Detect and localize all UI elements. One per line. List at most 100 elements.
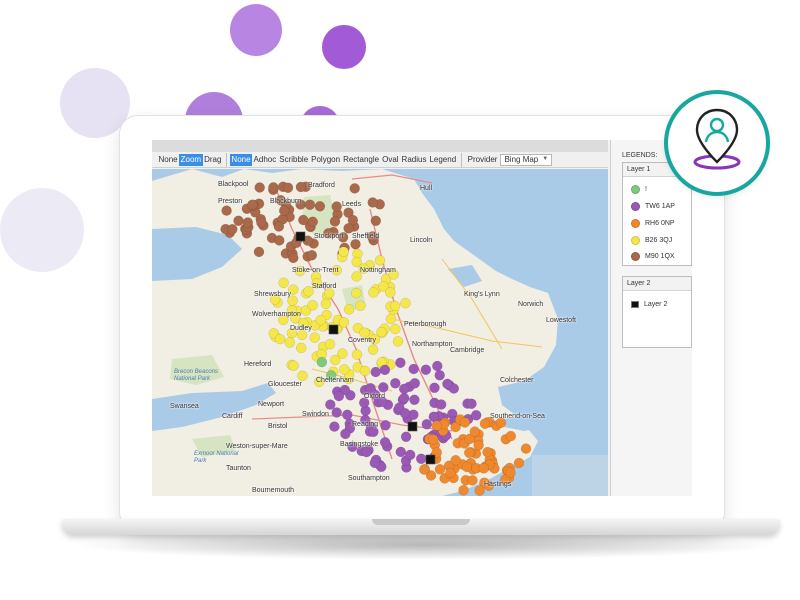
- map-marker[interactable]: [445, 467, 456, 479]
- map-marker[interactable]: [368, 426, 379, 438]
- map-marker[interactable]: [254, 182, 265, 193]
- map-marker[interactable]: [404, 449, 416, 461]
- map-marker[interactable]: [461, 461, 473, 473]
- map-marker[interactable]: [340, 428, 351, 440]
- draw-polygon-button[interactable]: Polygon: [310, 154, 342, 166]
- map-marker[interactable]: [367, 344, 379, 355]
- map-marker[interactable]: [343, 304, 355, 315]
- legend-item[interactable]: Layer 2: [631, 301, 667, 308]
- map-marker[interactable]: [253, 246, 265, 258]
- provider-select[interactable]: Bing Map ▼: [500, 153, 553, 166]
- map-marker[interactable]: [333, 390, 345, 402]
- map-marker[interactable]: [389, 300, 401, 312]
- map-marker[interactable]: [273, 221, 285, 232]
- map-marker[interactable]: [513, 457, 525, 469]
- map-marker[interactable]: [385, 287, 396, 298]
- map-marker[interactable]: [415, 453, 427, 465]
- map-marker[interactable]: [370, 366, 381, 378]
- map-marker[interactable]: [359, 365, 371, 377]
- map-marker[interactable]: [399, 408, 411, 419]
- map-marker[interactable]: [482, 446, 493, 458]
- map-marker[interactable]: [320, 298, 332, 310]
- map-marker[interactable]: [428, 434, 439, 445]
- map-marker[interactable]: [408, 363, 419, 375]
- draw-adhoc-button[interactable]: Adhoc: [252, 154, 278, 166]
- map-view[interactable]: Blackpool Preston Bradford Blackburn Lee…: [152, 169, 608, 496]
- map-marker[interactable]: [390, 378, 401, 389]
- legend-item[interactable]: RH6 0NP: [631, 219, 675, 228]
- map-marker[interactable]: [478, 463, 489, 474]
- map-marker[interactable]: [350, 238, 361, 250]
- map-marker[interactable]: [431, 420, 443, 431]
- map-marker[interactable]: [227, 224, 238, 235]
- map-marker[interactable]: [325, 399, 336, 410]
- legend-item[interactable]: !: [631, 185, 647, 194]
- map-marker[interactable]: [278, 277, 289, 289]
- map-marker[interactable]: [398, 392, 410, 404]
- map-marker[interactable]: [370, 215, 382, 227]
- map-marker[interactable]: [288, 252, 299, 264]
- map-marker[interactable]: [365, 382, 376, 394]
- map-marker[interactable]: [450, 455, 461, 466]
- map-marker[interactable]: [349, 183, 360, 194]
- map-marker[interactable]: [278, 205, 290, 216]
- map-marker[interactable]: [400, 297, 411, 309]
- map-marker[interactable]: [307, 216, 318, 228]
- legend-layer2-header[interactable]: Layer 2: [623, 277, 691, 291]
- map-marker[interactable]: [337, 348, 348, 359]
- map-marker[interactable]: [295, 181, 307, 193]
- map-marker[interactable]: [395, 446, 407, 458]
- map-marker[interactable]: [368, 287, 379, 298]
- map-marker[interactable]: [343, 223, 354, 234]
- map-marker[interactable]: [288, 360, 299, 371]
- map-marker[interactable]: [374, 255, 386, 266]
- map-marker[interactable]: [309, 332, 320, 343]
- map-marker[interactable]: [316, 356, 328, 368]
- legend-item[interactable]: B26 3QJ: [631, 236, 672, 245]
- map-marker[interactable]: [467, 475, 478, 486]
- map-marker[interactable]: [378, 382, 389, 393]
- map-marker[interactable]: [221, 205, 232, 216]
- legend-item[interactable]: TW6 1AP: [631, 202, 675, 211]
- map-marker[interactable]: [380, 420, 391, 431]
- map-marker[interactable]: [409, 378, 421, 389]
- map-marker[interactable]: [385, 313, 397, 325]
- map-marker[interactable]: [419, 464, 430, 475]
- map-marker[interactable]: [379, 364, 391, 376]
- draw-legend-button[interactable]: Legend: [428, 154, 458, 166]
- map-marker[interactable]: [268, 182, 279, 193]
- map-marker[interactable]: [306, 249, 318, 261]
- map-marker[interactable]: [256, 217, 267, 228]
- map-marker[interactable]: [392, 336, 404, 347]
- map-marker[interactable]: [432, 360, 443, 372]
- map-marker[interactable]: [338, 246, 349, 257]
- map-marker[interactable]: [339, 364, 350, 375]
- map-marker[interactable]: [464, 447, 475, 459]
- map-marker[interactable]: [242, 217, 254, 228]
- map-marker[interactable]: [421, 418, 433, 430]
- map-marker[interactable]: [233, 215, 244, 227]
- nav-drag-button[interactable]: Drag: [203, 154, 223, 166]
- map-marker[interactable]: [466, 398, 477, 409]
- map-marker[interactable]: [367, 197, 378, 208]
- map-marker[interactable]: [351, 349, 363, 360]
- map-marker[interactable]: [469, 426, 481, 437]
- map-marker[interactable]: [442, 378, 453, 390]
- map-marker[interactable]: [369, 457, 381, 469]
- map-marker[interactable]: [520, 443, 532, 454]
- map-marker[interactable]: [390, 323, 401, 335]
- map-marker[interactable]: [428, 411, 440, 422]
- map-marker[interactable]: [435, 399, 447, 410]
- draw-oval-button[interactable]: Oval: [381, 154, 400, 166]
- map-marker[interactable]: [505, 430, 517, 442]
- map-marker[interactable]: [295, 342, 307, 354]
- map-marker[interactable]: [458, 484, 469, 496]
- map-marker[interactable]: [274, 235, 285, 246]
- map-marker[interactable]: [307, 300, 318, 311]
- draw-radius-button[interactable]: Radius: [400, 154, 428, 166]
- map-marker[interactable]: [434, 369, 445, 381]
- map-marker[interactable]: [351, 287, 362, 299]
- map-marker[interactable]: [361, 446, 372, 458]
- map-marker[interactable]: [331, 407, 342, 418]
- map-marker[interactable]: [434, 464, 446, 475]
